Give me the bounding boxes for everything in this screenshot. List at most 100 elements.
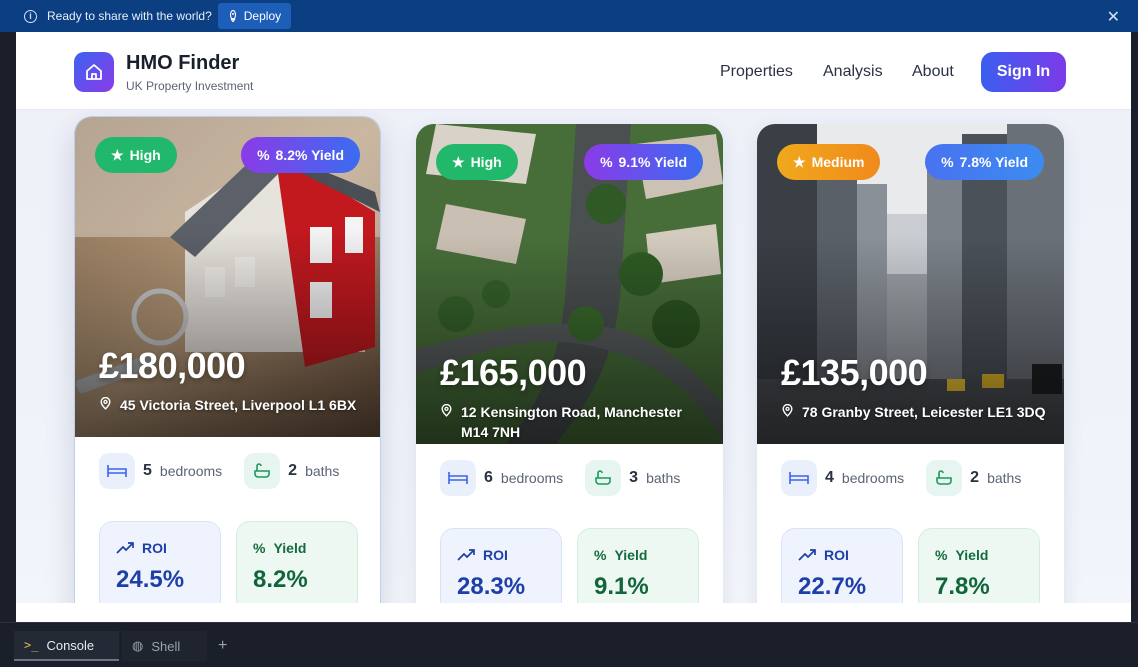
yield-value: 8.2% [253,566,308,593]
baths-count: 2 [970,469,980,486]
rating-badge: ★ Medium [777,144,881,180]
yield-label: Yield [273,540,307,556]
deploy-label: Deploy [243,9,282,23]
bath-icon [244,453,281,489]
trending-up-icon [798,549,816,561]
star-icon: ★ [793,153,806,170]
property-stats: 5 bedrooms 2 baths [99,453,359,489]
bed-icon [99,453,135,489]
property-address: 78 Granby Street, Leicester LE1 3DQ [781,402,1051,422]
bedrooms-label: bedrooms [500,470,564,486]
tab-shell[interactable]: ◍ Shell [122,631,207,661]
home-icon[interactable] [74,52,114,92]
terminal-icon: >_ [24,638,39,652]
rocket-icon [229,10,236,22]
shell-icon: ◍ [132,638,144,653]
rating-badge: ★ High [436,144,518,180]
bath-icon [926,460,963,496]
yield-metric: % Yield 7.8% [918,528,1040,603]
property-price: £180,000 [99,345,246,386]
property-address: 12 Kensington Road, Manchester M14 7NH [440,402,710,443]
percent-icon: % [935,547,948,563]
property-address: 45 Victoria Street, Liverpool L1 6BX [99,395,369,415]
bed-icon [781,460,817,496]
roi-value: 28.3% [457,573,526,600]
sign-in-button[interactable]: Sign In [981,52,1066,92]
roi-metric: ROI 28.3% [440,528,562,603]
add-tab-button[interactable]: + [208,631,237,661]
percent-icon: % [594,547,607,563]
left-panel-edge [0,32,16,622]
yield-badge-label: 8.2% Yield [275,147,344,163]
roi-metric: ROI 24.5% [99,521,221,603]
roi-value: 22.7% [798,573,867,600]
rating-label: High [470,154,502,170]
property-stats: 6 bedrooms 3 baths [440,460,700,496]
tab-shell-label: Shell [151,638,181,654]
bed-icon [440,460,476,496]
star-icon: ★ [452,153,465,170]
yield-badge-label: 7.8% Yield [959,154,1028,170]
preview-frame: ★ High % 8.2% Yield £180,000 45 Victoria… [16,32,1131,622]
percent-icon: % [600,154,613,170]
roi-label: ROI [142,540,167,556]
map-pin-icon [100,397,111,410]
nav-about[interactable]: About [912,63,954,81]
address-text: 78 Granby Street, Leicester LE1 3DQ [802,404,1046,420]
brand-title[interactable]: HMO Finder [126,52,239,75]
yield-value: 7.8% [935,573,990,600]
rating-badge: ★ High [95,137,177,173]
bottom-tab-bar: >_ Console ◍ Shell + [0,622,1138,667]
right-panel-edge [1131,32,1138,622]
deploy-button[interactable]: Deploy [217,3,292,29]
tab-console[interactable]: >_ Console [14,631,119,661]
nav-analysis[interactable]: Analysis [823,63,883,81]
baths-label: baths [987,470,1022,486]
banner-message: Ready to share with the world? [47,9,212,23]
nav-properties[interactable]: Properties [720,63,793,81]
bath-icon [585,460,622,496]
baths-label: baths [646,470,681,486]
bedrooms-label: bedrooms [159,463,223,479]
trending-up-icon [457,549,475,561]
address-text: 45 Victoria Street, Liverpool L1 6BX [120,397,357,413]
map-pin-icon [441,404,452,417]
yield-label: Yield [614,547,648,563]
deploy-banner: i Ready to share with the world? Deploy … [0,0,1138,32]
yield-badge: % 9.1% Yield [584,144,703,180]
baths-count: 2 [288,462,298,479]
percent-icon: % [257,147,270,163]
yield-value: 9.1% [594,573,649,600]
tab-console-label: Console [46,637,95,653]
yield-metric: % Yield 8.2% [236,521,358,603]
roi-label: ROI [483,547,508,563]
close-icon[interactable]: ✕ [1107,7,1120,27]
yield-badge-label: 9.1% Yield [618,154,687,170]
bedrooms-count: 6 [484,469,493,486]
app-header: HMO Finder UK Property Investment Proper… [16,32,1131,110]
baths-label: baths [305,463,340,479]
baths-count: 3 [629,469,639,486]
property-stats: 4 bedrooms 2 baths [781,460,1041,496]
info-icon: i [24,9,37,23]
percent-icon: % [941,154,954,170]
rating-label: Medium [811,154,865,170]
rating-label: High [129,147,161,163]
address-text: 12 Kensington Road, Manchester M14 7NH [461,404,682,441]
property-price: £135,000 [781,352,928,393]
map-pin-icon [782,404,793,417]
roi-label: ROI [824,547,849,563]
roi-metric: ROI 22.7% [781,528,903,603]
yield-label: Yield [955,547,989,563]
property-card[interactable]: ★ High % 9.1% Yield £165,000 12 Kensingt… [416,124,723,603]
property-card[interactable]: ★ High % 8.2% Yield £180,000 45 Victoria… [74,116,381,603]
percent-icon: % [253,540,266,556]
brand-subtitle: UK Property Investment [126,79,254,93]
property-price: £165,000 [440,352,587,393]
star-icon: ★ [111,146,124,163]
bedrooms-count: 5 [143,462,152,479]
yield-badge: % 8.2% Yield [241,137,360,173]
roi-value: 24.5% [116,566,185,593]
property-card[interactable]: ★ Medium % 7.8% Yield £135,000 78 Granby… [757,124,1064,603]
bedrooms-label: bedrooms [841,470,905,486]
